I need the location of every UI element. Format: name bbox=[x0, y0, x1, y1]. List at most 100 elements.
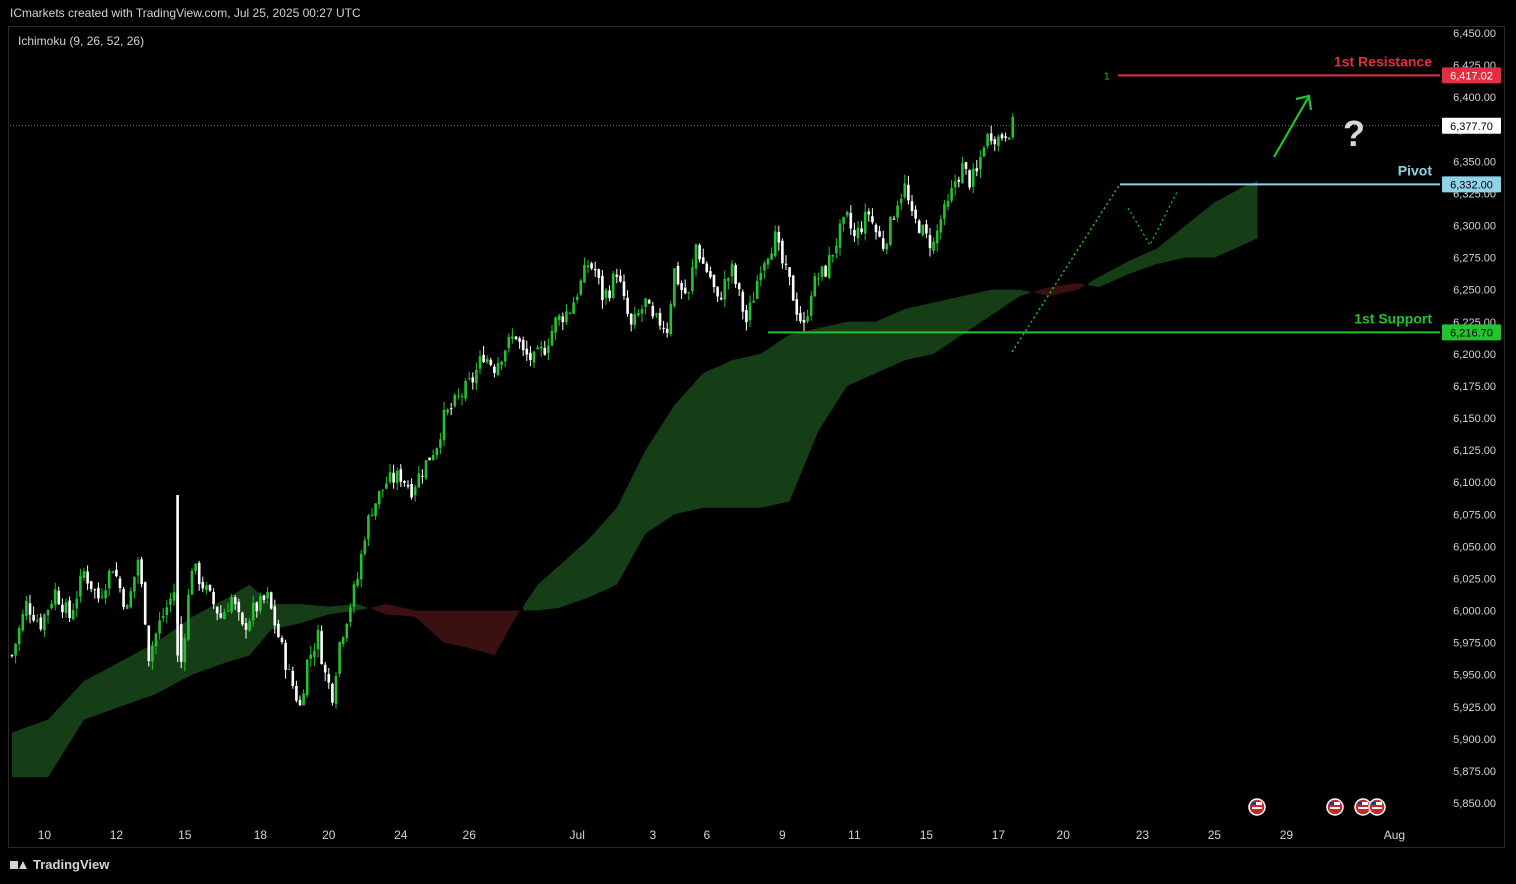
candle-body bbox=[593, 268, 597, 271]
candle-body bbox=[367, 515, 370, 540]
candle-body bbox=[385, 483, 388, 489]
candle-body bbox=[669, 304, 673, 335]
candle-body bbox=[701, 257, 705, 264]
candle-body bbox=[201, 582, 205, 589]
time-tick-label: 6 bbox=[703, 828, 710, 842]
candle-body bbox=[190, 570, 194, 595]
candle-body bbox=[345, 623, 349, 639]
candle-body bbox=[874, 224, 878, 233]
candle-body bbox=[655, 313, 658, 316]
price-chart[interactable]: 1 1st Resistance Pivot 1st Support ? 6,450.… bbox=[0, 0, 1516, 884]
pivot-badge-label: 6,332.00 bbox=[1450, 179, 1493, 191]
time-tick-label: 9 bbox=[779, 828, 786, 842]
candle-body bbox=[698, 245, 701, 260]
candle-body bbox=[341, 637, 345, 644]
candle-body bbox=[57, 590, 61, 605]
time-tick-label: 29 bbox=[1280, 828, 1294, 842]
candle-body bbox=[842, 216, 845, 224]
candle-body bbox=[205, 585, 208, 590]
time-tick-label: 18 bbox=[254, 828, 268, 842]
candle-body bbox=[169, 598, 172, 605]
time-tick-label: 24 bbox=[394, 828, 408, 842]
candle-body bbox=[165, 607, 169, 616]
candle-body bbox=[694, 244, 698, 269]
candle-body bbox=[248, 620, 251, 631]
price-tick-label: 6,450.00 bbox=[1453, 28, 1496, 40]
candle-body bbox=[295, 685, 298, 701]
candle-body bbox=[881, 238, 885, 249]
candle-body bbox=[370, 514, 374, 516]
candle-body bbox=[424, 460, 428, 479]
candle-body bbox=[543, 348, 547, 355]
candle-body bbox=[32, 614, 35, 621]
price-tick-label: 6,400.00 bbox=[1453, 92, 1496, 104]
candle-body bbox=[925, 224, 928, 234]
candle-body bbox=[269, 592, 273, 609]
time-tick-label: 11 bbox=[848, 828, 861, 842]
candle-body bbox=[799, 312, 802, 322]
candle-body bbox=[442, 409, 446, 441]
candle-body bbox=[143, 582, 147, 625]
candle-body bbox=[658, 313, 662, 326]
candle-body bbox=[514, 336, 518, 340]
candle-body bbox=[885, 243, 889, 250]
candle-body bbox=[547, 345, 550, 353]
candle-body bbox=[413, 486, 417, 496]
price-tick-label: 5,950.00 bbox=[1453, 670, 1496, 682]
candle-body bbox=[871, 216, 874, 223]
candle-body bbox=[817, 278, 820, 280]
candle-body bbox=[21, 614, 25, 631]
price-tick-label: 5,875.00 bbox=[1453, 766, 1496, 778]
candle-body bbox=[194, 563, 197, 571]
candle-body bbox=[813, 276, 817, 297]
time-tick-label: 20 bbox=[322, 828, 336, 842]
candle-body bbox=[133, 576, 136, 592]
candle-body bbox=[460, 395, 464, 397]
candle-body bbox=[61, 604, 64, 613]
cloud-bullish bbox=[12, 584, 369, 778]
candle-body bbox=[849, 212, 853, 229]
candle-body bbox=[532, 351, 536, 363]
candle-body bbox=[723, 279, 727, 300]
price-axis[interactable]: 6,450.006,425.006,400.006,375.006,350.00… bbox=[1442, 28, 1501, 810]
candle-body bbox=[820, 266, 824, 277]
candle-body bbox=[896, 205, 899, 218]
candle-body bbox=[730, 263, 734, 277]
price-tick-label: 6,025.00 bbox=[1453, 573, 1496, 585]
candle-body bbox=[662, 327, 665, 329]
time-tick-label: 15 bbox=[178, 828, 192, 842]
candle-body bbox=[129, 591, 133, 608]
candle-body bbox=[97, 587, 100, 599]
tradingview-brand-label: TradingView bbox=[33, 857, 110, 872]
candle-body bbox=[860, 228, 863, 233]
candle-body bbox=[835, 245, 838, 254]
candle-body bbox=[449, 408, 453, 410]
candle-body bbox=[579, 280, 583, 295]
candle-body bbox=[680, 282, 683, 291]
candle-body bbox=[485, 358, 489, 363]
up-arrow-shaft bbox=[1273, 97, 1309, 158]
candle-body bbox=[266, 591, 269, 599]
candle-body bbox=[122, 588, 125, 608]
candle-body bbox=[53, 589, 57, 605]
candle-body bbox=[788, 267, 791, 277]
candle-body bbox=[43, 614, 46, 631]
candle-body bbox=[273, 606, 277, 626]
candle-body bbox=[633, 314, 637, 325]
candle-body bbox=[824, 265, 827, 277]
candle-body bbox=[910, 201, 914, 212]
time-axis[interactable]: 10 12 15 18 20 24 26 Jul 3 6 9 11 15 17 20 23 25 29 Aug bbox=[38, 798, 1405, 842]
cloud-bullish bbox=[1088, 180, 1258, 288]
candle-body bbox=[111, 571, 115, 574]
candle-body bbox=[215, 606, 219, 614]
candle-body bbox=[802, 320, 806, 323]
candle-body bbox=[705, 263, 709, 272]
candle-body bbox=[975, 168, 979, 172]
candle-body bbox=[154, 633, 158, 647]
candle-body bbox=[737, 283, 741, 290]
candle-body bbox=[939, 219, 943, 233]
candle-body bbox=[583, 265, 586, 283]
candle-body bbox=[259, 595, 262, 611]
candle-body bbox=[1011, 116, 1015, 138]
candle-body bbox=[953, 181, 957, 188]
